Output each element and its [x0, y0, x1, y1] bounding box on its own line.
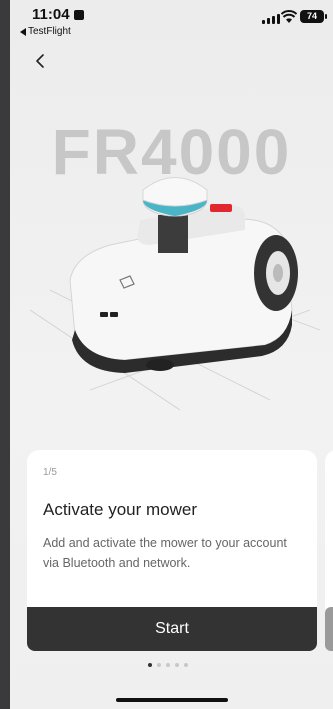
- battery-icon: 74: [300, 10, 327, 23]
- home-indicator[interactable]: [116, 698, 228, 702]
- app-screen: 11:04 TestFlight 74 FR4000 1/5 Activate …: [10, 0, 333, 709]
- mower-illustration: [30, 177, 320, 411]
- next-card-button-peek: [325, 607, 333, 651]
- card-description: Add and activate the mower to your accou…: [43, 536, 287, 570]
- page-dot: [184, 663, 188, 667]
- page-dot: [166, 663, 170, 667]
- step-indicator: 1/5: [43, 467, 57, 478]
- page-dot: [175, 663, 179, 667]
- wifi-icon: [281, 10, 297, 23]
- back-triangle-icon: [20, 27, 26, 36]
- cellular-signal-icon: [262, 14, 280, 24]
- start-button[interactable]: Start: [27, 607, 317, 651]
- page-indicator[interactable]: [148, 663, 188, 667]
- back-app-label: TestFlight: [28, 26, 71, 37]
- back-chevron-icon[interactable]: [32, 52, 50, 70]
- status-time: 11:04: [32, 6, 70, 23]
- back-to-app-link[interactable]: TestFlight: [20, 26, 71, 37]
- page-dot: [157, 663, 161, 667]
- card-title: Activate your mower: [43, 500, 197, 519]
- status-time-group: 11:04: [32, 6, 84, 23]
- notification-icon: [73, 9, 84, 20]
- page-dot: [148, 663, 152, 667]
- status-bar: 11:04 TestFlight 74: [10, 0, 333, 44]
